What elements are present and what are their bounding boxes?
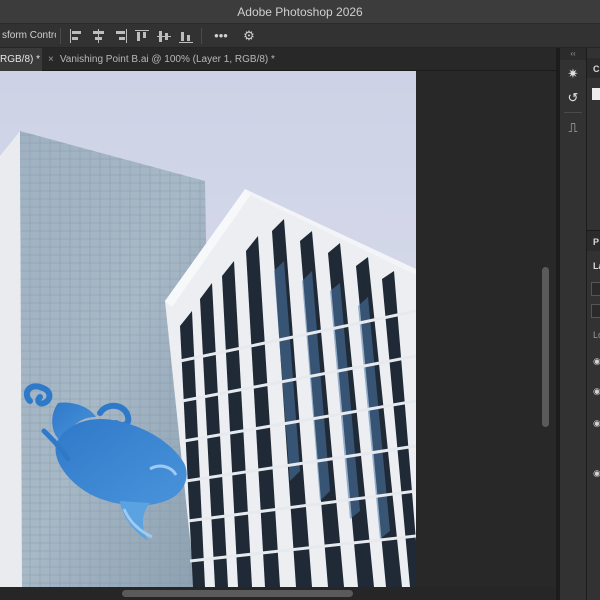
tool-divider xyxy=(564,112,582,113)
horizontal-scrollbar[interactable] xyxy=(122,590,353,597)
panel-tab-label[interactable]: P xyxy=(593,237,599,247)
building-photo xyxy=(0,71,416,587)
stamp-icon[interactable]: ⎍ xyxy=(563,118,583,138)
gear-icon[interactable]: ⚙ xyxy=(240,28,258,44)
align-bottom-edges-icon[interactable] xyxy=(177,27,195,45)
panel-tab-label[interactable]: C xyxy=(593,64,600,74)
layer-visibility-eye-icon[interactable]: ◉ xyxy=(593,386,600,397)
right-panel-dock: C P La Lo ◉ ◉ ◉ ◉ xyxy=(586,48,600,600)
document-canvas[interactable] xyxy=(0,71,416,587)
blend-mode-field[interactable] xyxy=(591,304,600,318)
tab-active-document[interactable]: RGB/8) * xyxy=(0,48,42,71)
layer-visibility-eye-icon[interactable]: ◉ xyxy=(593,468,600,479)
align-vertical-centers-icon[interactable] xyxy=(155,27,173,45)
tab-vanishing-point[interactable]: × Vanishing Point B.ai @ 100% (Layer 1, … xyxy=(44,48,275,71)
horizontal-scrollbar-track[interactable] xyxy=(0,587,556,600)
layers-tab-label[interactable]: La xyxy=(593,261,600,271)
document-tab-bar: RGB/8) * × Vanishing Point B.ai @ 100% (… xyxy=(0,48,556,71)
close-icon[interactable]: × xyxy=(48,54,54,65)
lock-row-label: Lo xyxy=(593,330,600,340)
title-bar: Adobe Photoshop 2026 xyxy=(0,0,600,24)
history-brush-icon[interactable]: ↺ xyxy=(563,88,583,108)
layer-visibility-eye-icon[interactable]: ◉ xyxy=(593,418,600,429)
tools-panel: ‹‹ ✷ ↺ ⎍ xyxy=(560,48,586,600)
options-bar: sform Controls ••• ⚙ xyxy=(0,24,600,48)
options-separator xyxy=(60,27,61,44)
layer-visibility-eye-icon[interactable]: ◉ xyxy=(593,356,600,367)
canvas-area[interactable] xyxy=(0,71,556,600)
align-horizontal-centers-icon[interactable] xyxy=(89,27,107,45)
align-right-edges-icon[interactable] xyxy=(111,27,129,45)
color-swatch[interactable] xyxy=(592,88,600,100)
align-left-edges-icon[interactable] xyxy=(67,27,85,45)
align-top-edges-icon[interactable] xyxy=(133,27,151,45)
more-options-button[interactable]: ••• xyxy=(212,28,230,43)
tab-label: RGB/8) * xyxy=(0,54,41,65)
options-separator xyxy=(201,27,202,44)
app-title: Adobe Photoshop 2026 xyxy=(237,4,363,19)
collapse-panels-icon[interactable]: ‹‹ xyxy=(560,48,586,60)
magic-wand-icon[interactable]: ✷ xyxy=(563,64,583,84)
transform-controls-label[interactable]: sform Controls xyxy=(0,30,56,41)
vertical-scrollbar[interactable] xyxy=(542,267,549,427)
layer-filter-field[interactable] xyxy=(591,282,600,296)
tab-label: Vanishing Point B.ai @ 100% (Layer 1, RG… xyxy=(59,54,275,65)
